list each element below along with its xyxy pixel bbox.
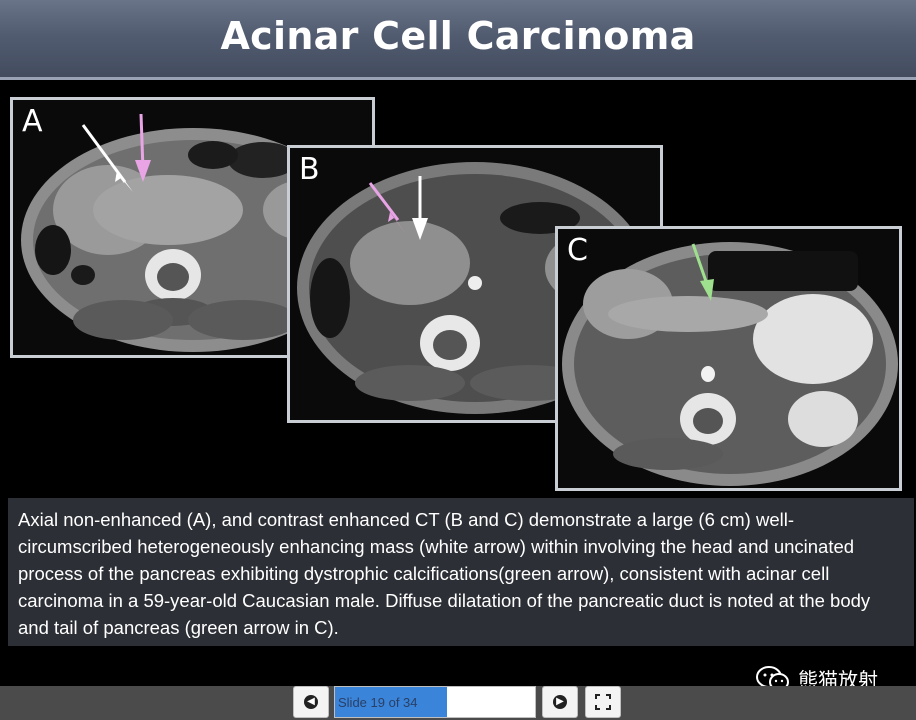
slide-title: Acinar Cell Carcinoma — [220, 14, 696, 58]
ct-image-c: C — [555, 226, 902, 491]
caption-text: Axial non-enhanced (A), and contrast enh… — [18, 509, 871, 638]
slide-progress-field[interactable]: Slide 19 of 34 — [334, 686, 536, 718]
panel-label-c: C — [567, 233, 588, 268]
caption-box: Axial non-enhanced (A), and contrast enh… — [8, 498, 914, 646]
arrow-left-circle-icon: ◀ — [304, 695, 318, 709]
previous-slide-button[interactable]: ◀ — [293, 686, 329, 718]
ct-scan-c-graphic — [558, 229, 899, 488]
next-slide-button[interactable]: ▶ — [542, 686, 578, 718]
arrow-right-circle-icon: ▶ — [553, 695, 567, 709]
panel-label-a: A — [22, 104, 43, 139]
slide-counter: Slide 19 of 34 — [338, 695, 418, 710]
title-bar: Acinar Cell Carcinoma — [0, 0, 916, 80]
panel-label-b: B — [299, 152, 320, 187]
fullscreen-button[interactable] — [585, 686, 621, 718]
fullscreen-icon — [595, 694, 611, 710]
